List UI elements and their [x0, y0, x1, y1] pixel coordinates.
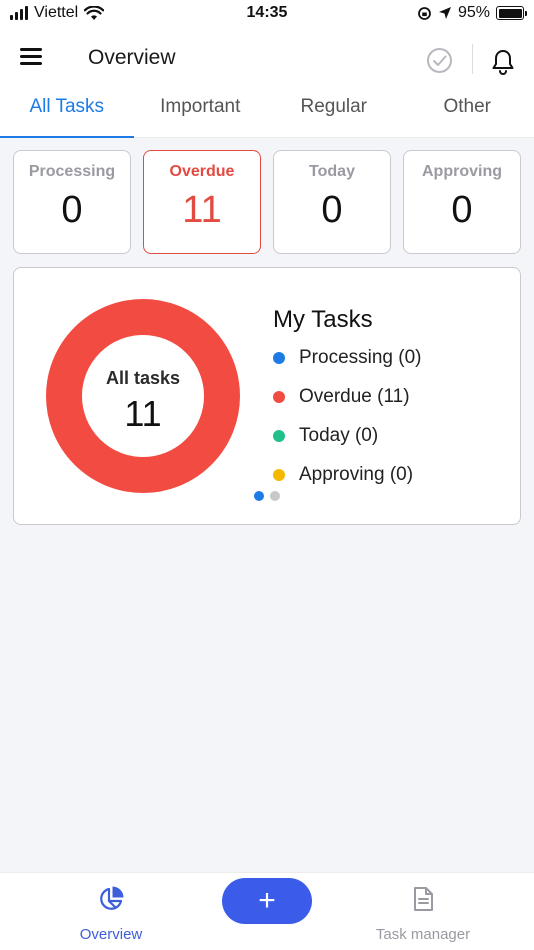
legend-title: My Tasks	[273, 306, 373, 333]
menu-button[interactable]	[20, 48, 46, 70]
stat-label: Processing	[28, 163, 116, 180]
tab-all-tasks[interactable]: All Tasks	[0, 90, 134, 138]
legend-item-approving: Approving (0)	[273, 464, 413, 486]
orientation-lock-icon	[418, 6, 431, 20]
battery-percent: 95%	[457, 4, 490, 21]
stat-value: 11	[182, 189, 222, 231]
bell-icon[interactable]	[490, 48, 516, 76]
status-bar: Viettel 14:35 95%	[0, 0, 534, 28]
legend-dot	[273, 352, 285, 364]
tab-other[interactable]: Other	[401, 90, 534, 138]
app-screen: Viettel 14:35 95% Overview All Tasks Imp…	[0, 0, 534, 950]
stat-card-approving[interactable]: Approving 0	[403, 150, 521, 254]
status-right: 95%	[417, 4, 527, 22]
nav-task-manager[interactable]: Task manager	[333, 873, 513, 950]
pie-chart-icon	[100, 886, 124, 910]
donut-center: All tasks 11	[45, 298, 241, 494]
stat-value: 0	[451, 189, 473, 231]
donut-center-value: 11	[124, 393, 162, 434]
my-tasks-chart-card[interactable]: All tasks 11 My Tasks Processing (0) Ove…	[13, 267, 521, 525]
location-arrow-icon	[438, 7, 451, 19]
app-header: Overview	[0, 28, 534, 90]
pager-dot[interactable]	[270, 491, 280, 501]
donut-center-label: All tasks	[105, 368, 181, 388]
stat-label: Approving	[422, 163, 502, 180]
stat-label: Overdue	[169, 163, 235, 180]
tab-bar: All Tasks Important Regular Other	[0, 90, 534, 138]
legend-item-overdue: Overdue (11)	[273, 386, 410, 408]
nav-overview-label: Overview	[79, 926, 143, 943]
legend-label: Approving (0)	[299, 464, 414, 485]
tab-important[interactable]: Important	[134, 90, 268, 138]
legend-dot	[273, 430, 285, 442]
stat-card-overdue[interactable]: Overdue 11	[143, 150, 261, 254]
legend-item-today: Today (0)	[273, 425, 378, 447]
stat-label: Today	[309, 163, 355, 180]
legend-label: Overdue (11)	[299, 386, 410, 407]
stat-card-today[interactable]: Today 0	[273, 150, 391, 254]
page-title: Overview	[88, 46, 176, 69]
chart-pager	[254, 491, 280, 501]
stat-value: 0	[61, 189, 83, 231]
plus-icon: +	[258, 884, 276, 917]
legend-label: Today (0)	[299, 425, 379, 446]
check-circle-icon[interactable]	[426, 47, 453, 74]
legend-dot	[273, 469, 285, 481]
nav-overview[interactable]: Overview	[21, 873, 201, 950]
stat-value: 0	[321, 189, 343, 231]
document-icon	[414, 887, 433, 911]
legend-dot	[273, 391, 285, 403]
legend-item-processing: Processing (0)	[273, 347, 422, 369]
battery-icon	[496, 6, 527, 20]
legend-label: Processing (0)	[299, 347, 422, 368]
tab-regular[interactable]: Regular	[267, 90, 401, 138]
add-task-button[interactable]: +	[222, 878, 312, 924]
nav-task-manager-label: Task manager	[375, 926, 471, 943]
stat-card-processing[interactable]: Processing 0	[13, 150, 131, 254]
header-divider	[472, 44, 473, 74]
pager-dot-active[interactable]	[254, 491, 264, 501]
menu-icon	[20, 48, 42, 51]
